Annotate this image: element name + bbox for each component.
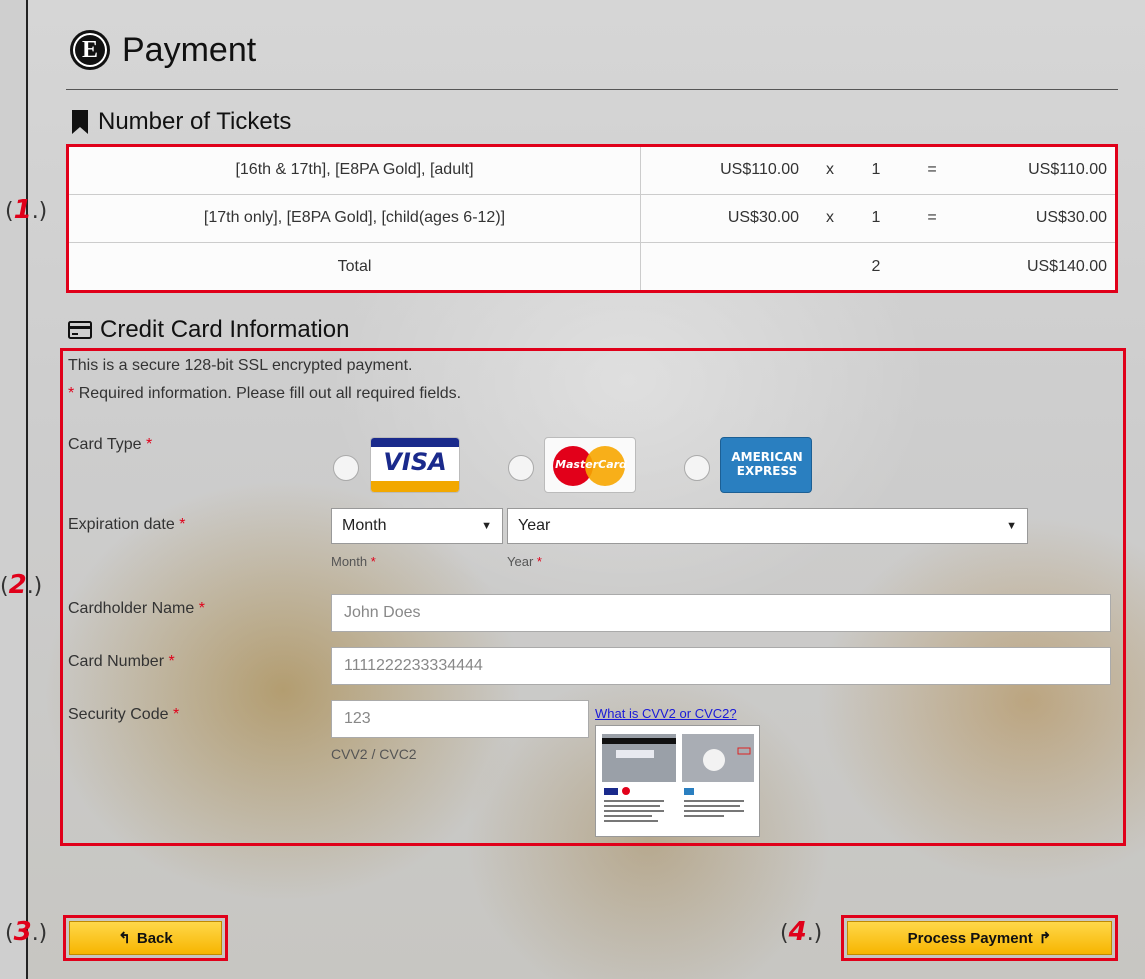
ticket-quantity: 1 — [853, 147, 899, 195]
times-sign: x — [807, 194, 853, 244]
amex-logo-icon[interactable]: AMERICAN EXPRESS — [720, 437, 812, 493]
card-type-label: Card Type * — [68, 436, 153, 453]
dropdown-arrow-icon: ▼ — [481, 520, 492, 532]
secure-note: This is a secure 128-bit SSL encrypted p… — [68, 357, 413, 374]
times-sign: x — [807, 147, 853, 195]
security-code-label: Security Code * — [68, 706, 180, 723]
marker-4: (4.) — [780, 917, 823, 947]
total-row: Total 2 US$140.00 — [69, 242, 1115, 290]
required-note: * Required information. Please fill out … — [68, 385, 461, 403]
card-number-label: Card Number * — [68, 653, 175, 670]
ticket-subtotal: US$110.00 — [965, 147, 1115, 195]
page-title: Payment — [122, 30, 257, 69]
back-button-label: Back — [136, 929, 173, 947]
table-row: [17th only], [E8PA Gold], [child(ages 6-… — [69, 194, 1115, 244]
credit-card-icon — [68, 321, 92, 339]
process-payment-highlight: Process Payment ↱ — [841, 915, 1118, 961]
tickets-heading-text: Number of Tickets — [98, 108, 292, 135]
forward-arrow-icon: ↱ — [1038, 930, 1052, 947]
ticket-price: US$30.00 — [640, 194, 807, 244]
dropdown-arrow-icon: ▼ — [1006, 520, 1017, 532]
cardholder-label: Cardholder Name * — [68, 600, 205, 617]
marker-2: (2.) — [0, 570, 43, 600]
ticket-subtotal: US$30.00 — [965, 194, 1115, 244]
back-button-highlight: ↰ Back — [63, 915, 228, 961]
visa-radio[interactable] — [333, 455, 359, 481]
process-payment-label: Process Payment — [907, 929, 1033, 947]
year-caption: Year * — [507, 554, 542, 569]
mastercard-radio[interactable] — [508, 455, 534, 481]
credit-card-heading: Credit Card Information — [68, 316, 349, 344]
title-divider — [66, 89, 1118, 90]
back-arrow-icon: ↰ — [118, 930, 131, 947]
bookmark-icon — [72, 110, 88, 134]
marker-3: (3.) — [5, 917, 48, 947]
cardholder-name-input[interactable]: John Does — [331, 594, 1111, 632]
cvv-help-link[interactable]: What is CVV2 or CVC2? — [595, 706, 737, 721]
cvv-example-image — [595, 725, 760, 837]
month-caption: Month * — [331, 554, 376, 569]
process-payment-button[interactable]: Process Payment ↱ — [847, 921, 1112, 955]
total-amount: US$140.00 — [1026, 257, 1107, 275]
year-select-value: Year — [518, 517, 551, 534]
total-quantity: 2 — [871, 257, 881, 275]
tickets-table: [16th & 17th], [E8PA Gold], [adult] US$1… — [69, 147, 1115, 290]
security-code-input[interactable]: 123 — [331, 700, 589, 738]
equals-sign: = — [899, 147, 965, 195]
ticket-quantity: 1 — [853, 194, 899, 244]
page-header: E Payment — [70, 30, 256, 70]
ticket-description: [17th only], [E8PA Gold], [child(ages 6-… — [69, 194, 641, 244]
total-label: Total — [69, 242, 641, 290]
visa-logo-icon[interactable]: VISA — [370, 437, 460, 493]
cvv-cards-illustration — [602, 734, 754, 822]
security-code-caption: CVV2 / CVC2 — [331, 746, 417, 762]
e-logo-icon: E — [70, 30, 110, 70]
equals-sign: = — [899, 194, 965, 244]
required-note-text: Required information. Please fill out al… — [78, 385, 462, 402]
card-number-input[interactable]: 1111222233334444 — [331, 647, 1111, 685]
year-select[interactable]: Year ▼ — [507, 508, 1028, 544]
tickets-heading: Number of Tickets — [70, 108, 291, 136]
credit-card-heading-text: Credit Card Information — [100, 316, 350, 343]
marker-1: (1.) — [5, 195, 48, 225]
month-select[interactable]: Month ▼ — [331, 508, 503, 544]
table-row: [16th & 17th], [E8PA Gold], [adult] US$1… — [69, 147, 1115, 195]
tickets-table-container: [16th & 17th], [E8PA Gold], [adult] US$1… — [66, 144, 1118, 293]
back-button[interactable]: ↰ Back — [69, 921, 222, 955]
month-select-value: Month — [342, 517, 387, 534]
amex-radio[interactable] — [684, 455, 710, 481]
mastercard-logo-icon[interactable]: MasterCard — [544, 437, 636, 493]
ticket-description: [16th & 17th], [E8PA Gold], [adult] — [69, 147, 641, 195]
expiration-label: Expiration date * — [68, 516, 186, 533]
required-mark: * — [68, 385, 75, 402]
ticket-price: US$110.00 — [640, 147, 807, 195]
